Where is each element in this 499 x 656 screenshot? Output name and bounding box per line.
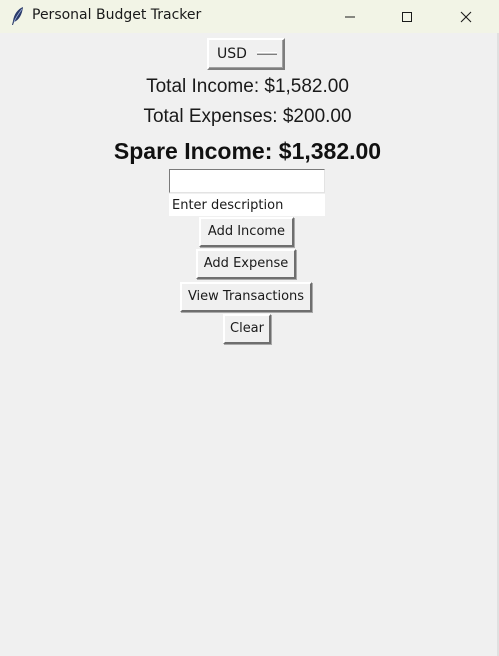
window-title: Personal Budget Tracker bbox=[32, 7, 202, 23]
maximize-icon bbox=[402, 11, 412, 22]
add-expense-button[interactable]: Add Expense bbox=[196, 249, 296, 279]
dropdown-indicator-icon bbox=[257, 52, 277, 55]
description-input[interactable] bbox=[169, 194, 325, 216]
total-income-label: Total Income: $1,582.00 bbox=[146, 76, 349, 97]
amount-input[interactable] bbox=[169, 169, 325, 193]
currency-selector[interactable]: USD bbox=[207, 38, 285, 70]
app-window: Personal Budget Tracker USD Total Income… bbox=[0, 0, 499, 656]
add-income-button[interactable]: Add Income bbox=[199, 217, 294, 247]
title-bar[interactable]: Personal Budget Tracker bbox=[0, 0, 499, 33]
minimize-button[interactable] bbox=[327, 0, 373, 33]
currency-value: USD bbox=[217, 46, 247, 62]
view-transactions-button[interactable]: View Transactions bbox=[180, 282, 312, 312]
feather-icon bbox=[10, 6, 26, 26]
close-icon bbox=[460, 11, 472, 22]
minimize-icon bbox=[345, 16, 355, 17]
maximize-button[interactable] bbox=[384, 0, 430, 33]
clear-button[interactable]: Clear bbox=[223, 314, 271, 344]
close-button[interactable] bbox=[443, 0, 489, 33]
spare-income-label: Spare Income: $1,382.00 bbox=[113, 138, 382, 164]
total-expenses-label: Total Expenses: $200.00 bbox=[143, 106, 352, 127]
